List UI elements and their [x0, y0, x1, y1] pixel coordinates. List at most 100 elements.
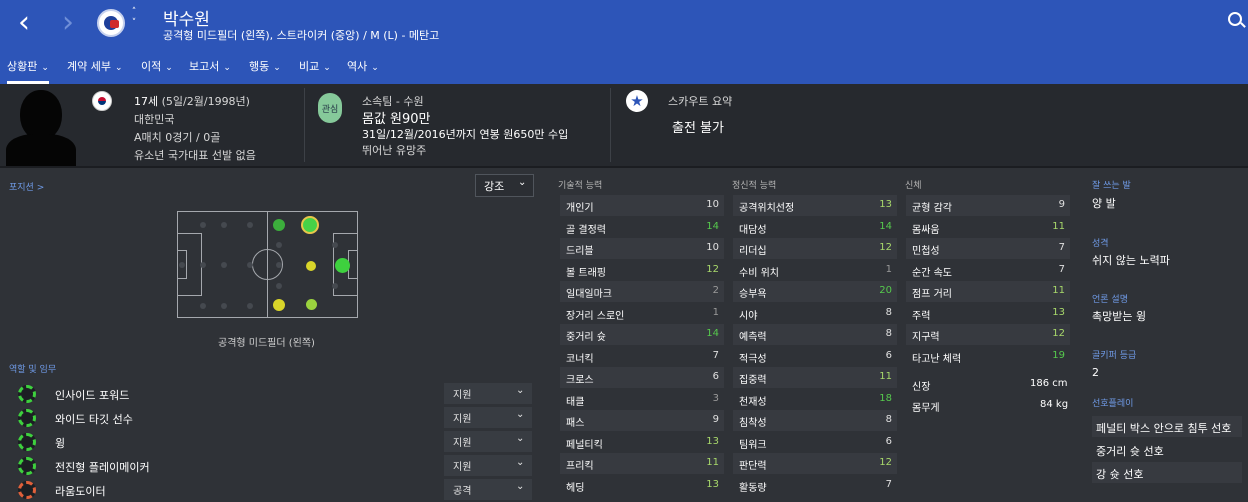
position-marker: [273, 219, 285, 231]
tab-transfer[interactable]: 이적 ⌄: [141, 54, 173, 84]
attribute-row[interactable]: 중거리 슛 14: [560, 324, 724, 345]
attribute-row[interactable]: 활동량 7: [733, 475, 897, 496]
attribute-value: 6: [885, 435, 892, 447]
role-duty-dropdown[interactable]: 지원 ⌄: [444, 455, 532, 476]
attribute-row[interactable]: 수비 위치 1: [733, 260, 897, 281]
attribute-value: 12: [879, 242, 892, 253]
attribute-row[interactable]: 판단력 12: [733, 453, 897, 474]
attribute-row[interactable]: 점프 거리 11: [906, 281, 1070, 302]
attribute-row[interactable]: 침착성 8: [733, 410, 897, 431]
position-marker-selected: [301, 216, 319, 234]
attribute-row[interactable]: 승부욕 20: [733, 281, 897, 302]
attribute-row[interactable]: 순간 속도 7: [906, 260, 1070, 281]
foot-label: 잘 쓰는 발: [1092, 181, 1131, 191]
attribute-row[interactable]: 볼 트래핑 12: [560, 260, 724, 281]
interest-badge: 관심: [318, 93, 342, 123]
role-duty-dropdown[interactable]: 지원 ⌄: [444, 431, 532, 452]
height-label: 신장: [912, 382, 931, 393]
attribute-name: 드리블: [566, 246, 594, 257]
player-value: 몸값 원90만: [362, 112, 431, 127]
attribute-value: 11: [1052, 285, 1065, 296]
attribute-value: 13: [1052, 306, 1065, 318]
forward-arrow-icon[interactable]: ›: [62, 8, 74, 38]
role-duty-dropdown[interactable]: 공격 ⌄: [444, 479, 532, 500]
attribute-name: 활동량: [739, 482, 767, 494]
attribute-row[interactable]: 개인기 10: [560, 195, 724, 216]
attribute-row[interactable]: 예측력 8: [733, 324, 897, 345]
role-duty: 공격: [453, 486, 472, 497]
attribute-row[interactable]: 패스 9: [560, 410, 724, 431]
tab-reports[interactable]: 보고서 ⌄: [189, 54, 231, 84]
attribute-row[interactable]: 몸싸움 11: [906, 217, 1070, 238]
club-logo[interactable]: [97, 9, 125, 37]
tab-contract[interactable]: 계약 세부 ⌄: [67, 54, 123, 84]
attribute-row[interactable]: 프리킥 11: [560, 453, 724, 474]
attribute-name: 타고난 체력: [912, 353, 962, 365]
emphasis-dropdown[interactable]: 강조 ⌄: [475, 174, 534, 197]
attribute-name: 순간 속도: [912, 267, 952, 279]
position-marker: [306, 261, 316, 271]
role-duty: 지원: [453, 438, 472, 449]
attribute-row[interactable]: 집중력 11: [733, 367, 897, 388]
attribute-row[interactable]: 리더십 12: [733, 238, 897, 259]
youth-caps: 유소년 국가대표 선발 없음: [134, 149, 256, 162]
attribute-row[interactable]: 일대일마크 2: [560, 281, 724, 302]
attribute-value: 3: [712, 392, 719, 404]
attribute-row[interactable]: 민첩성 7: [906, 238, 1070, 259]
attribute-row[interactable]: 공격위치선정 13: [733, 195, 897, 216]
back-arrow-icon[interactable]: ‹: [18, 8, 30, 38]
role-row[interactable]: 윙 지원 ⌄: [0, 430, 536, 454]
attribute-row[interactable]: 대담성 14: [733, 217, 897, 238]
tab-overview[interactable]: 상황판 ⌄: [7, 54, 49, 84]
attribute-name: 판단력: [739, 461, 767, 472]
attribute-row[interactable]: 시야 8: [733, 303, 897, 324]
attribute-row[interactable]: 지구력 12: [906, 324, 1070, 345]
attribute-row[interactable]: 팀워크 6: [733, 432, 897, 453]
foot-value: 양 발: [1092, 197, 1116, 210]
attribute-row[interactable]: 크로스 6: [560, 367, 724, 388]
attribute-value: 12: [1052, 328, 1065, 339]
attribute-row[interactable]: 균형 감각 9: [906, 195, 1070, 216]
chevron-updown-icon[interactable]: ˄ ˅: [129, 7, 139, 29]
attribute-row[interactable]: 페널티킥 13: [560, 432, 724, 453]
role-row[interactable]: 전진형 플레이메이커 지원 ⌄: [0, 454, 536, 478]
club-team[interactable]: 소속팀 - 수원: [362, 93, 424, 109]
attribute-value: 11: [706, 457, 719, 468]
attribute-name: 태클: [566, 396, 585, 408]
tab-compare[interactable]: 비교 ⌄: [299, 54, 331, 84]
attribute-row[interactable]: 태클 3: [560, 389, 724, 410]
role-duty-dropdown[interactable]: 지원 ⌄: [444, 383, 532, 404]
weight-label: 몸무게: [912, 403, 940, 414]
preferred-moves-label: 선호플레이: [1092, 399, 1134, 409]
attribute-value: 7: [885, 478, 892, 490]
attribute-name: 침착성: [739, 418, 767, 429]
role-row[interactable]: 라움도이터 공격 ⌄: [0, 478, 536, 502]
attribute-row[interactable]: 골 결정력 14: [560, 217, 724, 238]
attribute-value: 20: [879, 285, 892, 296]
attribute-name: 프리킥: [566, 461, 594, 472]
attribute-row[interactable]: 타고난 체력 19: [906, 346, 1070, 367]
attribute-row[interactable]: 주력 13: [906, 303, 1070, 324]
role-duty-dropdown[interactable]: 지원 ⌄: [444, 407, 532, 428]
attribute-row[interactable]: 헤딩 13: [560, 475, 724, 496]
attribute-value: 7: [712, 349, 719, 361]
player-nation[interactable]: 대한민국: [134, 111, 174, 127]
roles-title: 역할 및 임무: [9, 365, 57, 375]
attribute-name: 볼 트래핑: [566, 267, 606, 279]
role-name: 인사이드 포워드: [55, 389, 130, 402]
search-icon[interactable]: [1228, 12, 1242, 26]
attribute-row[interactable]: 적극성 6: [733, 346, 897, 367]
attribute-name: 시야: [739, 310, 758, 322]
attribute-value: 14: [879, 220, 892, 232]
tab-history[interactable]: 역사 ⌄: [347, 54, 379, 84]
attribute-row[interactable]: 코너킥 7: [560, 346, 724, 367]
position-link[interactable]: 포지션 >: [9, 180, 44, 193]
attribute-name: 페널티킥: [566, 439, 603, 451]
attribute-value: 1: [712, 306, 719, 318]
role-row[interactable]: 인사이드 포워드 지원 ⌄: [0, 382, 536, 406]
attribute-row[interactable]: 장거리 스로인 1: [560, 303, 724, 324]
role-row[interactable]: 와이드 타깃 선수 지원 ⌄: [0, 406, 536, 430]
attribute-row[interactable]: 천재성 18: [733, 389, 897, 410]
attribute-row[interactable]: 드리블 10: [560, 238, 724, 259]
tab-actions[interactable]: 행동 ⌄: [249, 54, 281, 84]
